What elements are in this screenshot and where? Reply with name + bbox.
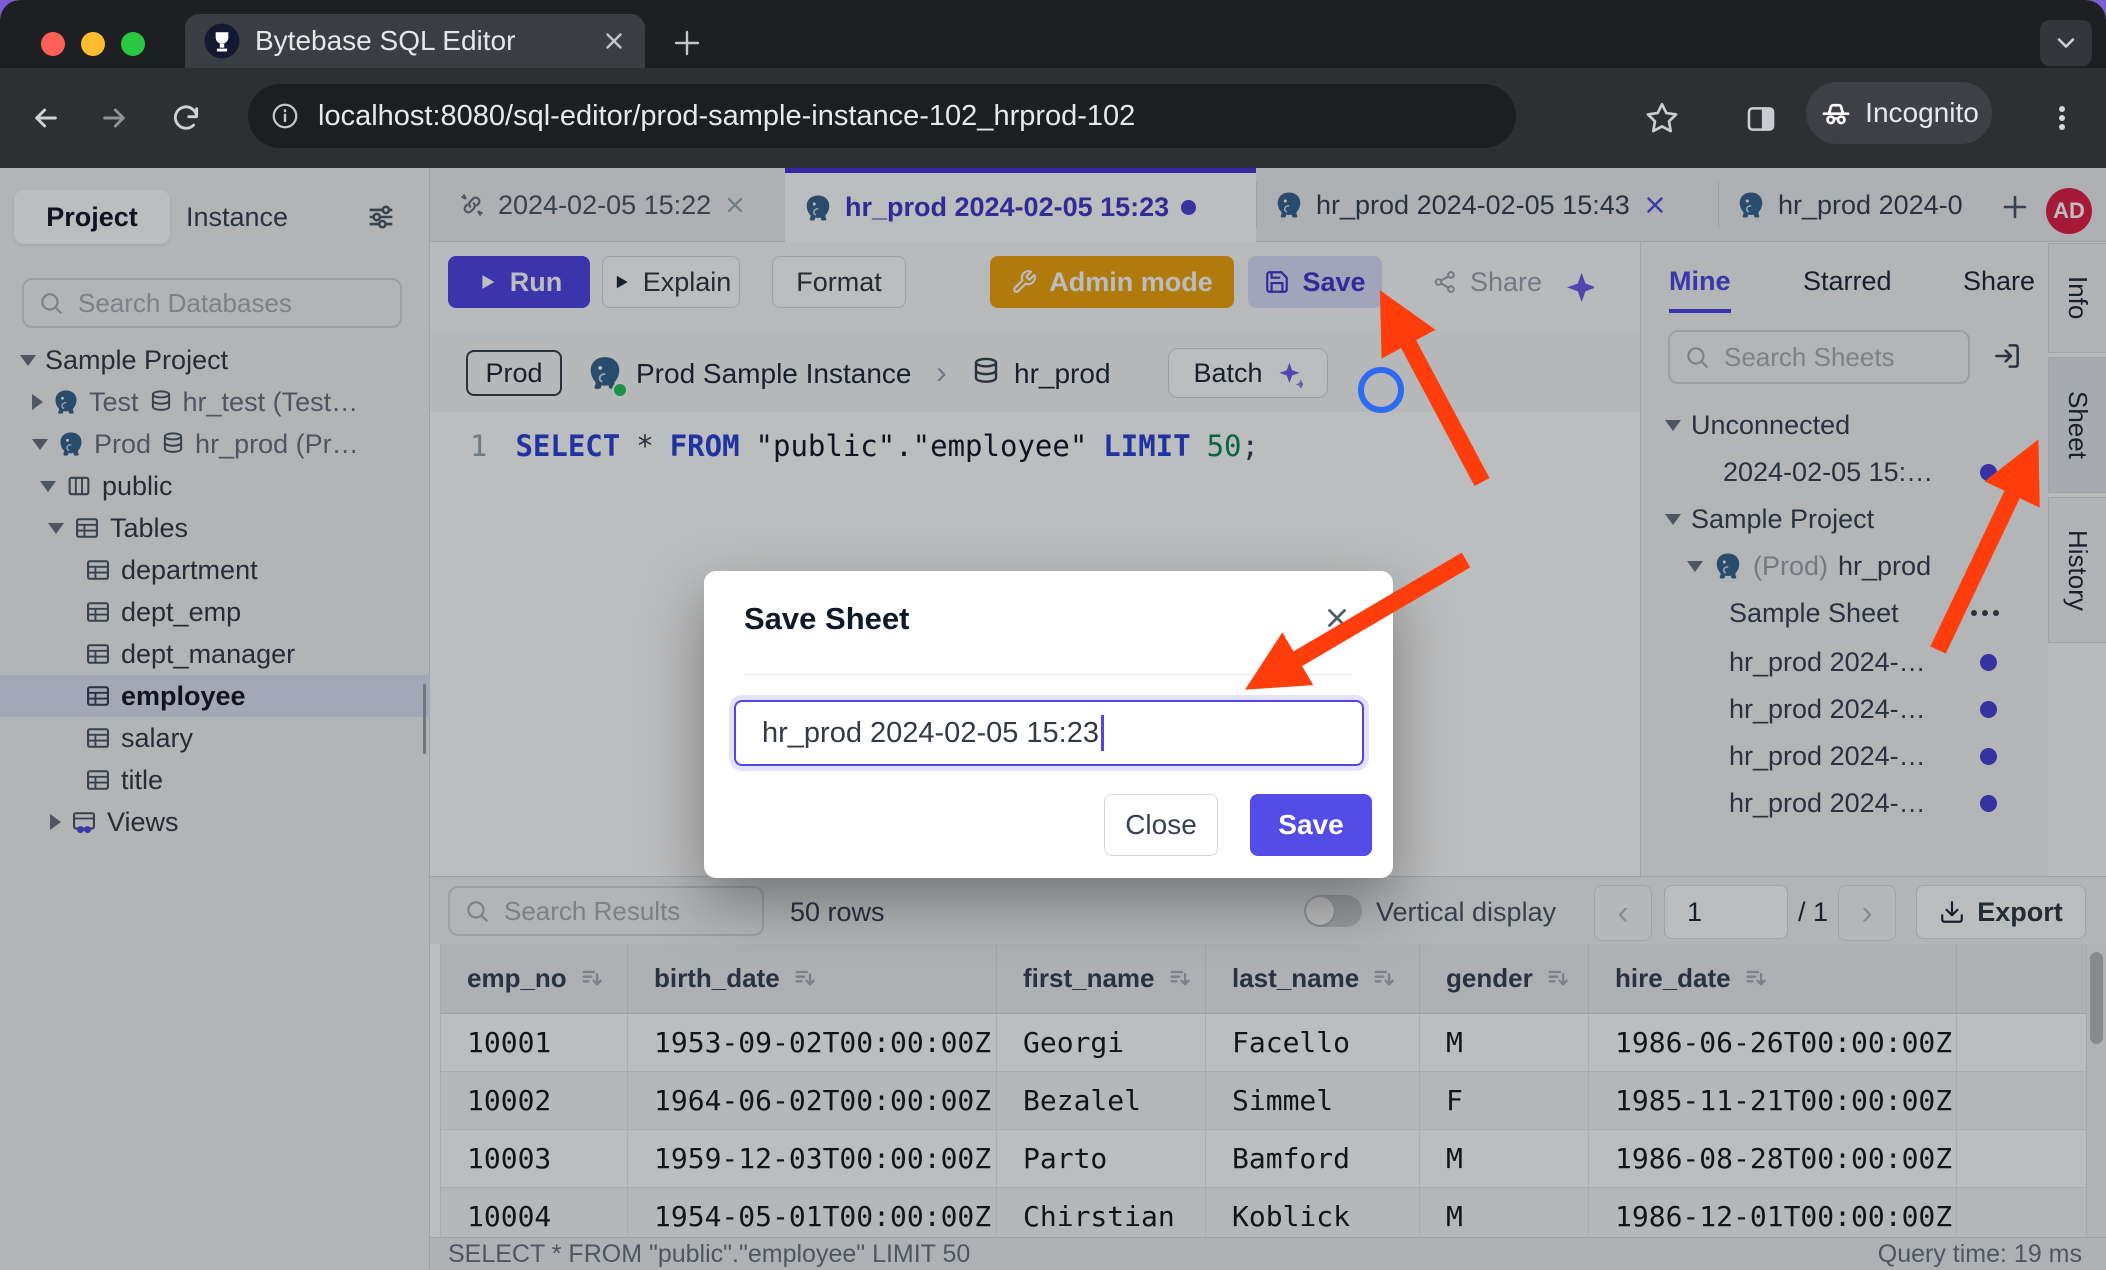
browser-window: Bytebase SQL Editor localhost:8080/sql-e…	[0, 0, 2106, 1270]
dialog-title: Save Sheet	[744, 601, 909, 637]
back-button[interactable]	[30, 102, 62, 134]
side-panel-icon[interactable]	[1744, 102, 1778, 136]
incognito-label: Incognito	[1865, 97, 1979, 129]
minimize-window-button[interactable]	[81, 32, 105, 56]
site-info-icon[interactable]	[270, 101, 300, 131]
close-dialog-icon[interactable]	[1322, 603, 1352, 633]
url-text: localhost:8080/sql-editor/prod-sample-in…	[318, 100, 1135, 133]
sheet-name-input[interactable]: hr_prod 2024-02-05 15:23	[734, 700, 1364, 766]
close-window-button[interactable]	[41, 32, 65, 56]
new-tab-button[interactable]	[672, 28, 702, 58]
browser-navbar: localhost:8080/sql-editor/prod-sample-in…	[0, 68, 2106, 168]
browser-tab-title: Bytebase SQL Editor	[255, 25, 587, 57]
chevron-down-icon	[2052, 29, 2080, 57]
bookmark-star-icon[interactable]	[1644, 100, 1680, 136]
browser-menu-button[interactable]	[2046, 102, 2078, 134]
forward-button[interactable]	[98, 102, 130, 134]
save-button[interactable]: Save	[1250, 794, 1372, 856]
browser-tab-strip: Bytebase SQL Editor	[0, 0, 2106, 68]
tab-search-button[interactable]	[2040, 20, 2092, 66]
incognito-badge: Incognito	[1806, 82, 1992, 144]
divider	[744, 674, 1353, 675]
maximize-window-button[interactable]	[121, 32, 145, 56]
incognito-icon	[1819, 96, 1853, 130]
close-button[interactable]: Close	[1104, 794, 1218, 856]
bytebase-favicon	[203, 22, 241, 60]
reload-button[interactable]	[170, 102, 202, 134]
address-bar[interactable]: localhost:8080/sql-editor/prod-sample-in…	[248, 84, 1516, 148]
save-sheet-dialog: Save Sheet hr_prod 2024-02-05 15:23 Clos…	[704, 571, 1393, 878]
text-cursor	[1101, 715, 1104, 751]
close-tab-icon[interactable]	[601, 28, 627, 54]
browser-tab[interactable]: Bytebase SQL Editor	[185, 14, 645, 68]
